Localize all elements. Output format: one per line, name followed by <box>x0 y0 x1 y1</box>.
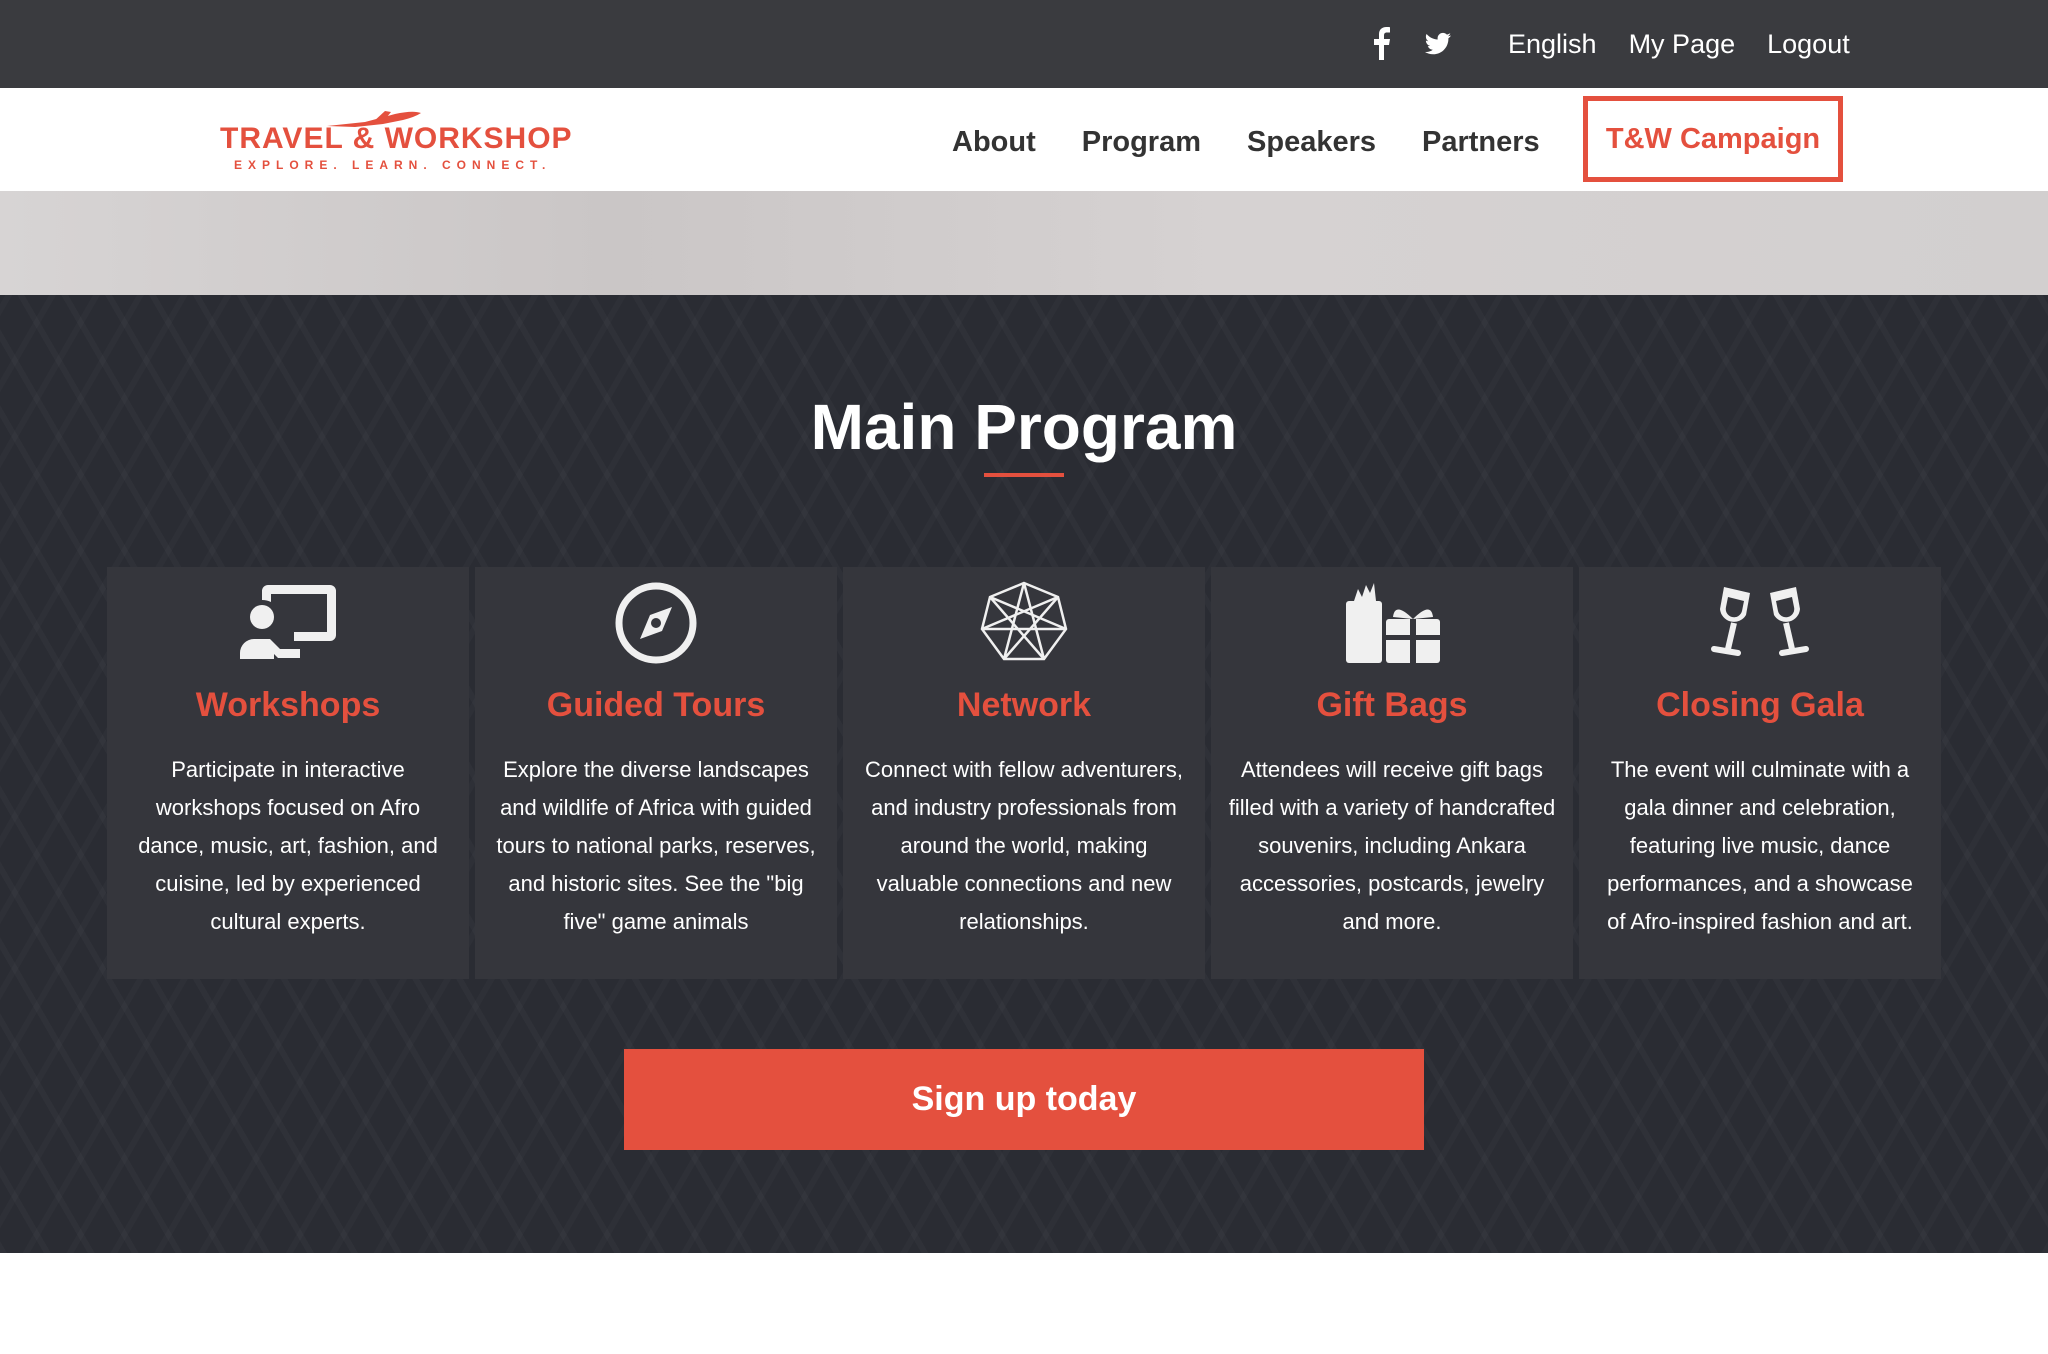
main-navbar: TRAVEL & WORKSHOP EXPLORE. LEARN. CONNEC… <box>0 88 2048 191</box>
card-network: Network Connect with fellow adventurers,… <box>843 567 1205 979</box>
card-title: Closing Gala <box>1656 686 1864 724</box>
signup-button[interactable]: Sign up today <box>624 1049 1424 1150</box>
site-logo[interactable]: TRAVEL & WORKSHOP EXPLORE. LEARN. CONNEC… <box>220 108 572 172</box>
card-closing-gala: Closing Gala The event will culminate wi… <box>1579 567 1941 979</box>
social-links <box>1368 26 1452 60</box>
nav-partners[interactable]: Partners <box>1422 124 1540 160</box>
section-title: Main Program <box>810 391 1238 463</box>
language-link[interactable]: English <box>1508 26 1597 62</box>
presentation-icon <box>238 579 338 667</box>
glasses-cheers-icon <box>1710 579 1810 667</box>
card-title: Workshops <box>195 686 381 724</box>
program-cards: Workshops Participate in interactive wor… <box>107 567 1943 979</box>
gift-icon <box>1342 579 1442 667</box>
card-title: Network <box>956 686 1092 724</box>
top-utility-bar: English My Page Logout <box>0 0 2048 88</box>
campaign-button[interactable]: T&W Campaign <box>1583 96 1843 182</box>
card-title: Guided Tours <box>546 686 766 724</box>
logout-link[interactable]: Logout <box>1767 26 1850 62</box>
main-program-section: Main Program Workshops Participate in in… <box>0 295 2048 1253</box>
primary-nav: About Program Speakers Partners <box>952 124 1540 160</box>
hero-image-strip <box>0 191 2048 295</box>
twitter-icon[interactable] <box>1424 26 1452 60</box>
utility-links: English My Page Logout <box>1508 26 1850 62</box>
card-workshops: Workshops Participate in interactive wor… <box>107 567 469 979</box>
nav-program[interactable]: Program <box>1082 124 1201 160</box>
my-page-link[interactable]: My Page <box>1629 26 1736 62</box>
card-description: Connect with fellow adventurers, and ind… <box>865 757 1183 934</box>
logo-text: TRAVEL & WORKSHOP <box>220 122 573 155</box>
card-title: Gift Bags <box>1316 686 1468 724</box>
card-description: Participate in interactive workshops foc… <box>138 757 438 934</box>
compass-icon <box>606 579 706 667</box>
card-description: Attendees will receive gift bags filled … <box>1228 757 1556 934</box>
card-description: Explore the diverse landscapes and wildl… <box>496 757 816 934</box>
card-guided-tours: Guided Tours Explore the diverse landsca… <box>475 567 837 979</box>
card-gift-bags: Gift Bags Attendees will receive gift ba… <box>1211 567 1573 979</box>
page-footer-area <box>0 1253 2048 1354</box>
nav-speakers[interactable]: Speakers <box>1247 124 1376 160</box>
nav-about[interactable]: About <box>952 124 1036 160</box>
network-icon <box>974 579 1074 667</box>
facebook-icon[interactable] <box>1368 26 1396 60</box>
title-underline <box>984 473 1064 477</box>
logo-tagline: EXPLORE. LEARN. CONNECT. <box>234 158 552 172</box>
card-description: The event will culminate with a gala din… <box>1607 757 1913 934</box>
